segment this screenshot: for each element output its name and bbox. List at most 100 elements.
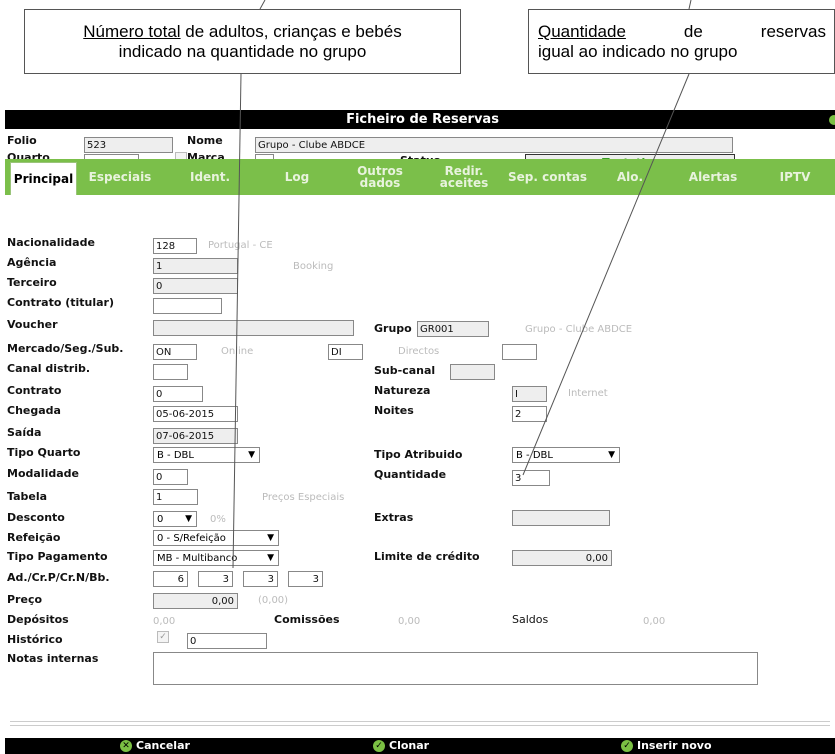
desconto-label: Desconto xyxy=(7,511,65,524)
insert-label: Inserir novo xyxy=(637,739,712,752)
tipo-pagamento-value: MB - Multibanco xyxy=(157,553,238,564)
grupo-field[interactable]: GR001 xyxy=(417,321,489,337)
tipo-atribuido-label: Tipo Atribuido xyxy=(374,448,463,461)
agencia-label: Agência xyxy=(7,256,57,269)
callout-right-line2: igual ao indicado no grupo xyxy=(538,42,738,61)
agencia-hint: Booking xyxy=(293,261,334,272)
tab-ident[interactable]: Ident. xyxy=(175,159,245,195)
adultos-field[interactable]: 6 xyxy=(153,571,188,587)
comissoes-value: 0,00 xyxy=(398,616,421,627)
chevron-down-icon: ▼ xyxy=(267,553,274,563)
canal-distrib-field[interactable] xyxy=(153,364,188,380)
status-dot-icon[interactable] xyxy=(829,115,835,125)
pointer-line-right-top xyxy=(688,0,692,10)
chegada-field[interactable]: 05-06-2015 xyxy=(153,406,238,422)
sub-canal-field[interactable] xyxy=(450,364,495,380)
contrato-field[interactable]: 0 xyxy=(153,386,203,402)
tab-outros-dados[interactable]: Outros dados xyxy=(340,159,420,195)
tipo-atribuido-select[interactable]: B - DBL ▼ xyxy=(512,447,620,463)
tab-bar: Principal Especiais Ident. Log Outros dad… xyxy=(5,159,835,195)
tipo-quarto-label: Tipo Quarto xyxy=(7,446,81,459)
noites-label: Noites xyxy=(374,404,414,417)
desconto-hint: 0% xyxy=(210,514,226,525)
historico-label: Histórico xyxy=(7,633,63,646)
modalidade-field[interactable]: 0 xyxy=(153,469,188,485)
saida-field[interactable]: 07-06-2015 xyxy=(153,428,238,444)
grupo-label: Grupo xyxy=(374,322,412,335)
footer-bar: ✕ Cancelar ✓ Clonar ✓ Inserir novo xyxy=(5,738,835,754)
tab-principal[interactable]: Principal xyxy=(10,162,77,195)
folio-field[interactable]: 523 xyxy=(84,137,173,153)
tabela-field[interactable]: 1 xyxy=(153,489,198,505)
natureza-field[interactable]: I xyxy=(512,386,547,402)
saldos-value: 0,00 xyxy=(643,616,666,627)
annotation-callout-left: Número total de adultos, crianças e bebé… xyxy=(24,9,461,74)
tabela-label: Tabela xyxy=(7,490,48,503)
notas-internas-textarea[interactable] xyxy=(153,652,758,685)
extras-field[interactable] xyxy=(512,510,610,526)
criancas-p-field[interactable]: 3 xyxy=(198,571,233,587)
chegada-label: Chegada xyxy=(7,404,61,417)
sub-canal-label: Sub-canal xyxy=(374,364,436,377)
nacionalidade-label: Nacionalidade xyxy=(7,236,95,249)
clone-button[interactable]: ✓ Clonar xyxy=(373,739,429,752)
comissoes-label: Comissões xyxy=(274,613,340,626)
tipo-quarto-select[interactable]: B - DBL ▼ xyxy=(153,447,260,463)
refeicao-select[interactable]: 0 - S/Refeição ▼ xyxy=(153,530,279,546)
notas-internas-label: Notas internas xyxy=(7,652,99,665)
contrato-label: Contrato xyxy=(7,384,62,397)
subsegmento-field[interactable] xyxy=(502,344,537,360)
criancas-n-field[interactable]: 3 xyxy=(243,571,278,587)
segmento-field[interactable]: DI xyxy=(328,344,363,360)
tab-iptv[interactable]: IPTV xyxy=(755,159,835,195)
mercado-label: Mercado/Seg./Sub. xyxy=(7,342,124,355)
noites-field[interactable]: 2 xyxy=(512,406,547,422)
tipo-atribuido-value: B - DBL xyxy=(516,450,553,461)
quantidade-field[interactable]: 3 xyxy=(512,470,550,486)
mercado-field[interactable]: ON xyxy=(153,344,197,360)
reservation-window: Ficheiro de Reservas Folio 523 Nome Grup… xyxy=(5,110,835,754)
preco-field[interactable]: 0,00 xyxy=(153,593,238,609)
limite-credito-field[interactable]: 0,00 xyxy=(512,550,612,566)
bebes-field[interactable]: 3 xyxy=(288,571,323,587)
nacionalidade-field[interactable]: 128 xyxy=(153,238,197,254)
historico-field[interactable]: 0 xyxy=(187,633,267,649)
contrato-titular-label: Contrato (titular) xyxy=(7,296,115,309)
tipo-pagamento-select[interactable]: MB - Multibanco ▼ xyxy=(153,550,279,566)
window-titlebar: Ficheiro de Reservas xyxy=(5,110,835,129)
agencia-field[interactable]: 1 xyxy=(153,258,238,274)
natureza-hint: Internet xyxy=(568,388,608,399)
tabela-hint: Preços Especiais xyxy=(262,492,345,503)
desconto-value: 0 xyxy=(157,514,164,525)
extras-label: Extras xyxy=(374,511,414,524)
close-icon: ✕ xyxy=(120,739,132,752)
terceiro-field[interactable]: 0 xyxy=(153,278,238,294)
historico-checkbox[interactable]: ✓ xyxy=(157,631,169,643)
desconto-select[interactable]: 0 ▼ xyxy=(153,511,197,527)
voucher-field[interactable] xyxy=(153,320,354,336)
cancel-button[interactable]: ✕ Cancelar xyxy=(120,739,190,752)
tab-sep-contas[interactable]: Sep. contas xyxy=(505,159,590,195)
pointer-line-left-top xyxy=(259,0,266,10)
check-icon: ✓ xyxy=(621,739,633,752)
refeicao-value: 0 - S/Refeição xyxy=(157,533,226,544)
tab-redir-aceites[interactable]: Redir. aceites xyxy=(423,159,505,195)
nome-field[interactable]: Grupo - Clube ABDCE xyxy=(255,137,733,153)
insert-new-button[interactable]: ✓ Inserir novo xyxy=(621,739,712,752)
tab-outros-line2: dados xyxy=(359,176,401,190)
annotation-callout-right: Quantidade de reservas igual ao indicado n… xyxy=(528,9,835,74)
depositos-value: 0,00 xyxy=(153,616,176,627)
callout-left-underlined: Número total xyxy=(83,22,181,41)
tab-alertas[interactable]: Alertas xyxy=(673,159,753,195)
contrato-titular-field[interactable] xyxy=(153,298,222,314)
nacionalidade-hint: Portugal - CE xyxy=(208,240,273,251)
window-title: Ficheiro de Reservas xyxy=(346,112,499,127)
cancel-label: Cancelar xyxy=(136,739,190,752)
tab-alo[interactable]: Alo. xyxy=(590,159,670,195)
tab-especiais[interactable]: Especiais xyxy=(85,159,155,195)
tab-log[interactable]: Log xyxy=(257,159,337,195)
segmento-hint: Directos xyxy=(398,346,440,357)
chevron-down-icon: ▼ xyxy=(267,533,274,543)
preco-label: Preço xyxy=(7,593,43,606)
grupo-hint: Grupo - Clube ABDCE xyxy=(525,324,633,335)
